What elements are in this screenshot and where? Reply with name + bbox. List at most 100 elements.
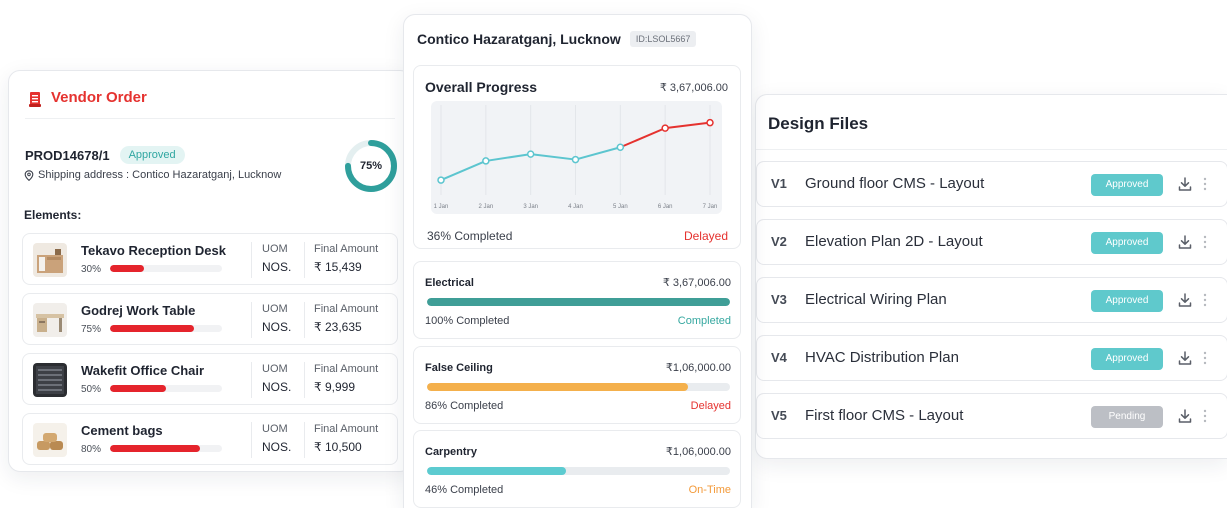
list-item[interactable]: V5 First floor CMS - Layout Pending	[756, 393, 1227, 439]
status-badge: Approved	[1091, 348, 1163, 370]
list-item[interactable]: V2 Elevation Plan 2D - Layout Approved	[756, 219, 1227, 265]
data-point	[616, 143, 625, 152]
overall-progress-panel: Overall Progress ₹ 3,67,006.00 1 Jan 2 Ja…	[413, 65, 741, 249]
element-progress-bar	[110, 445, 222, 452]
overall-amount: ₹ 3,67,006.00	[659, 82, 728, 94]
download-icon[interactable]	[1178, 408, 1192, 424]
elements-label: Elements:	[24, 208, 82, 222]
file-name[interactable]: HVAC Distribution Plan	[805, 349, 959, 366]
category-status: Completed	[677, 315, 731, 327]
final-amount-value: ₹ 15,439	[314, 260, 362, 274]
category-name: Carpentry	[425, 446, 477, 458]
overall-progress-chart: 1 Jan 2 Jan 3 Jan 4 Jan 5 Jan 6 Jan 7 Jan	[431, 101, 722, 214]
list-item[interactable]: Cement bags 80% UOM NOS. Final Amount ₹ …	[22, 413, 398, 465]
shipping-address-text: Shipping address : Contico Hazaratganj, …	[38, 169, 282, 181]
status-badge: Approved	[1091, 232, 1163, 254]
x-tick-label: 4 Jan	[568, 204, 583, 210]
download-icon[interactable]	[1178, 292, 1192, 308]
uom-value: NOS.	[262, 260, 292, 274]
element-name: Tekavo Reception Desk	[81, 243, 226, 258]
uom-header: UOM	[262, 423, 288, 435]
work-table-thumbnail	[33, 303, 67, 337]
download-icon[interactable]	[1178, 350, 1192, 366]
category-amount: ₹ 3,67,006.00	[662, 277, 731, 289]
list-item[interactable]: Tekavo Reception Desk 30% UOM NOS. Final…	[22, 233, 398, 285]
download-icon[interactable]	[1178, 176, 1192, 192]
location-pin-icon	[24, 169, 34, 181]
more-vertical-icon[interactable]	[1203, 408, 1207, 424]
project-card: Contico Hazaratganj, Lucknow ID:LSOL5667…	[403, 14, 752, 508]
list-item[interactable]: V1 Ground floor CMS - Layout Approved	[756, 161, 1227, 207]
uom-value: NOS.	[262, 440, 292, 454]
element-progress-bar	[110, 265, 222, 272]
x-tick-label: 7 Jan	[703, 204, 718, 210]
file-name[interactable]: Ground floor CMS - Layout	[805, 175, 984, 192]
data-point	[706, 118, 714, 127]
category-progress-bar	[427, 467, 730, 475]
list-item[interactable]: V4 HVAC Distribution Plan Approved	[756, 335, 1227, 381]
final-amount-header: Final Amount	[314, 363, 379, 375]
element-progress-bar	[110, 325, 222, 332]
status-badge: Approved	[119, 146, 185, 164]
category-amount: ₹1,06,000.00	[665, 446, 731, 458]
x-tick-label: 6 Jan	[658, 204, 673, 210]
list-item[interactable]: Wakefit Office Chair 50% UOM NOS. Final …	[22, 353, 398, 405]
element-name: Wakefit Office Chair	[81, 363, 205, 378]
uom-value: NOS.	[262, 380, 292, 394]
list-item[interactable]: Godrej Work Table 75% UOM NOS. Final Amo…	[22, 293, 398, 345]
file-name[interactable]: Electrical Wiring Plan	[805, 291, 947, 308]
category-name: Electrical	[425, 277, 474, 289]
element-progress-bar	[110, 385, 222, 392]
category-name: False Ceiling	[425, 362, 493, 374]
element-percent: 75%	[81, 324, 102, 335]
project-name: Contico Hazaratganj, Lucknow	[417, 31, 621, 47]
project-id-badge: ID:LSOL5667	[629, 31, 697, 47]
category-status: On-Time	[688, 484, 731, 496]
category-electrical[interactable]: Electrical ₹ 3,67,006.00 100% Completed …	[413, 261, 741, 339]
category-percent: 46% Completed	[425, 484, 504, 496]
final-amount-header: Final Amount	[314, 243, 379, 255]
x-tick-label: 5 Jan	[613, 204, 628, 210]
x-tick-label: 3 Jan	[523, 204, 538, 210]
file-version: V1	[771, 176, 787, 191]
file-name[interactable]: Elevation Plan 2D - Layout	[805, 233, 983, 250]
uom-value: NOS.	[262, 320, 292, 334]
design-files-title: Design Files	[768, 114, 869, 133]
uom-header: UOM	[262, 303, 288, 315]
product-id: PROD14678/1	[25, 147, 110, 163]
list-item[interactable]: V3 Electrical Wiring Plan Approved	[756, 277, 1227, 323]
final-amount-header: Final Amount	[314, 423, 379, 435]
file-name[interactable]: First floor CMS - Layout	[805, 407, 963, 424]
document-icon	[29, 92, 41, 107]
more-vertical-icon[interactable]	[1203, 292, 1207, 308]
category-percent: 100% Completed	[425, 315, 510, 327]
elements-list: Tekavo Reception Desk 30% UOM NOS. Final…	[22, 233, 398, 473]
more-vertical-icon[interactable]	[1203, 234, 1207, 250]
uom-header: UOM	[262, 363, 288, 375]
office-chair-thumbnail	[33, 363, 67, 397]
vendor-order-title: Vendor Order	[51, 89, 147, 106]
x-tick-label: 1 Jan	[434, 204, 449, 210]
overall-status: Delayed	[683, 229, 728, 243]
final-amount-value: ₹ 9,999	[314, 380, 355, 394]
design-files-list: V1 Ground floor CMS - Layout Approved V2…	[756, 161, 1227, 451]
data-point	[482, 157, 490, 165]
file-version: V4	[771, 350, 787, 365]
more-vertical-icon[interactable]	[1203, 176, 1207, 192]
status-badge: Approved	[1091, 174, 1163, 196]
x-tick-label: 2 Jan	[478, 204, 493, 210]
file-version: V2	[771, 234, 787, 249]
overall-progress-title: Overall Progress	[425, 79, 538, 95]
final-amount-value: ₹ 10,500	[314, 440, 362, 454]
uom-header: UOM	[262, 243, 288, 255]
vendor-order-card: Vendor Order PROD14678/1 Approved Shippi…	[8, 70, 412, 472]
more-vertical-icon[interactable]	[1203, 350, 1207, 366]
category-false-ceiling[interactable]: False Ceiling ₹1,06,000.00 86% Completed…	[413, 346, 741, 424]
category-progress-bar	[427, 298, 730, 306]
category-carpentry[interactable]: Carpentry ₹1,06,000.00 46% Completed On-…	[413, 430, 741, 508]
progress-ring: 75%	[343, 138, 399, 194]
element-percent: 80%	[81, 444, 102, 455]
file-version: V3	[771, 292, 787, 307]
download-icon[interactable]	[1178, 234, 1192, 250]
category-percent: 86% Completed	[425, 400, 504, 412]
